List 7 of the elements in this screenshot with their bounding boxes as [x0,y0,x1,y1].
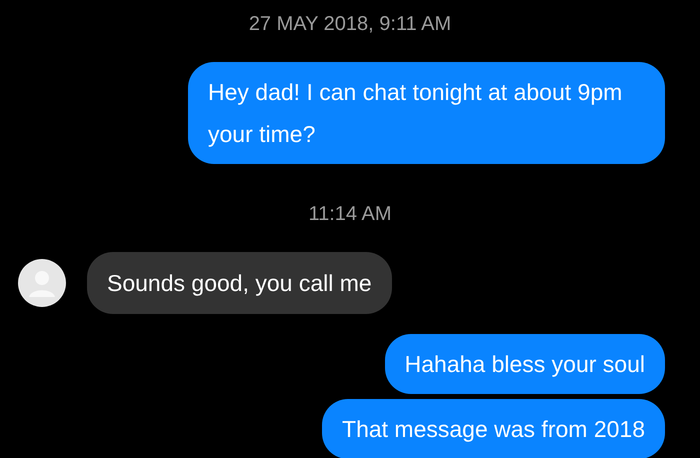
avatar-icon [18,259,66,307]
received-message-bubble: Sounds good, you call me [87,252,392,314]
timestamp: 27 MAY 2018, 9:11 AM [248,12,452,36]
sent-message-bubble: Hey dad! I can chat tonight at about 9pm your time? [188,62,665,164]
timestamp: 11:14 AM [308,202,392,226]
sent-message-bubble: That message was from 2018 [322,399,665,458]
sent-message-bubble: Hahaha bless your soul [384,334,665,394]
